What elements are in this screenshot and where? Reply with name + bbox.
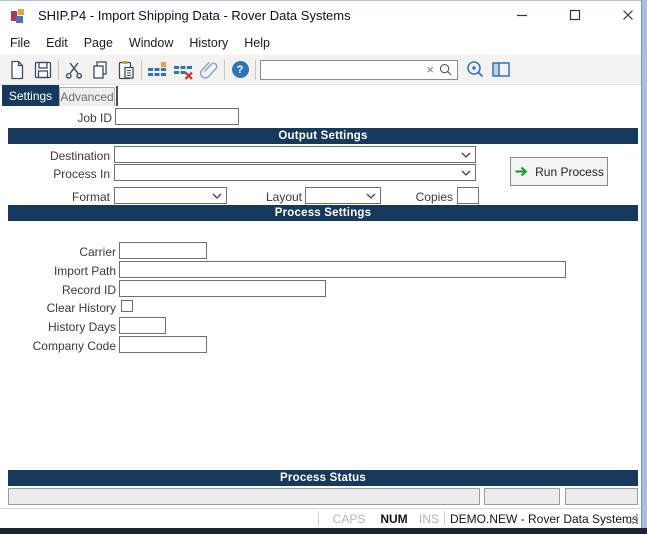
layout-panels-button[interactable] xyxy=(490,59,512,81)
run-arrow-icon xyxy=(514,165,528,178)
toolbar-separator xyxy=(58,60,59,80)
chevron-down-icon xyxy=(366,193,376,199)
app-icon xyxy=(10,8,26,24)
destination-label: Destination xyxy=(0,149,110,163)
menu-window[interactable]: Window xyxy=(121,32,181,54)
search-preview-icon xyxy=(464,59,486,81)
save-icon xyxy=(32,59,54,81)
new-document-icon xyxy=(6,59,28,81)
carrier-label: Carrier xyxy=(0,245,116,259)
toolbar: ? × xyxy=(0,55,641,85)
search-input[interactable] xyxy=(265,63,422,77)
toolbar-separator xyxy=(141,60,142,80)
destination-select[interactable] xyxy=(114,146,476,163)
search-clear-icon[interactable]: × xyxy=(422,63,438,76)
grid-delete-record-button[interactable] xyxy=(172,59,194,81)
save-button[interactable] xyxy=(32,59,54,81)
grid-add-record-button[interactable] xyxy=(146,59,168,81)
copies-label: Copies xyxy=(380,190,453,204)
window-title: SHIP.P4 - Import Shipping Data - Rover D… xyxy=(38,8,351,23)
clear-history-label: Clear History xyxy=(0,301,116,315)
menu-help[interactable]: Help xyxy=(236,32,278,54)
carrier-input[interactable] xyxy=(119,242,207,259)
chevron-down-icon xyxy=(461,170,471,176)
status-bar-separator xyxy=(318,511,319,526)
connection-context: DEMO.NEW - Rover Data Systems xyxy=(450,512,638,526)
process-settings-header: Process Settings xyxy=(8,205,638,221)
job-id-label: Job ID xyxy=(0,111,112,125)
menu-bar: File Edit Page Window History Help xyxy=(0,30,641,55)
maximize-icon xyxy=(566,7,584,23)
history-days-input[interactable] xyxy=(119,317,166,334)
process-status-header: Process Status xyxy=(8,470,638,486)
menu-file[interactable]: File xyxy=(2,32,38,54)
search-preview-button[interactable] xyxy=(464,59,486,81)
import-path-label: Import Path xyxy=(0,264,116,278)
toolbar-separator xyxy=(224,60,225,80)
format-label: Format xyxy=(0,190,110,204)
process-status-field-2 xyxy=(484,488,560,505)
resize-grip-icon[interactable] xyxy=(628,514,639,525)
toolbar-separator xyxy=(255,60,256,80)
run-process-label: Run Process xyxy=(535,165,604,179)
status-bar-separator xyxy=(444,511,445,526)
tab-advanced[interactable]: Advanced xyxy=(59,87,115,106)
desktop-edge-bottom xyxy=(0,528,647,534)
layout-panels-icon xyxy=(490,59,512,81)
menu-page[interactable]: Page xyxy=(76,32,121,54)
minimize-icon xyxy=(513,7,531,23)
cut-button[interactable] xyxy=(63,59,85,81)
clear-history-checkbox[interactable] xyxy=(121,300,133,312)
desktop-edge-right xyxy=(641,0,647,528)
record-id-input[interactable] xyxy=(119,280,326,297)
job-id-input[interactable] xyxy=(115,108,239,125)
copies-input[interactable] xyxy=(457,187,479,204)
maximize-button[interactable] xyxy=(558,0,592,29)
menu-history[interactable]: History xyxy=(181,32,236,54)
import-path-input[interactable] xyxy=(119,261,566,278)
chevron-down-icon xyxy=(212,193,222,199)
chevron-down-icon xyxy=(461,152,471,158)
layout-label: Layout xyxy=(230,190,302,204)
grid-add-record-icon xyxy=(146,59,168,81)
ins-indicator: INS xyxy=(416,512,442,526)
process-in-label: Process In xyxy=(0,167,110,181)
toolbar-search-box[interactable]: × xyxy=(260,60,458,80)
paste-icon xyxy=(115,59,137,81)
grid-delete-record-icon xyxy=(172,59,194,81)
copy-icon xyxy=(89,59,111,81)
process-status-field-1 xyxy=(8,488,480,505)
help-button[interactable]: ? xyxy=(229,59,251,81)
close-icon xyxy=(619,7,637,23)
status-bar: CAPS NUM INS DEMO.NEW - Rover Data Syste… xyxy=(0,508,641,528)
copy-button[interactable] xyxy=(89,59,111,81)
caps-indicator: CAPS xyxy=(327,512,371,526)
menu-edit[interactable]: Edit xyxy=(38,32,76,54)
cut-icon xyxy=(63,59,85,81)
new-document-button[interactable] xyxy=(6,59,28,81)
record-id-label: Record ID xyxy=(0,283,116,297)
tab-settings[interactable]: Settings xyxy=(2,85,59,106)
run-process-button[interactable]: Run Process xyxy=(510,157,608,186)
close-button[interactable] xyxy=(611,0,645,29)
tab-strip: Settings Advanced xyxy=(0,85,641,107)
minimize-button[interactable] xyxy=(505,0,539,29)
process-in-select[interactable] xyxy=(114,164,476,181)
num-indicator: NUM xyxy=(374,512,414,526)
help-icon: ? xyxy=(232,61,249,78)
company-code-input[interactable] xyxy=(119,336,207,353)
attachment-button[interactable] xyxy=(198,59,220,81)
tab-strip-divider xyxy=(116,86,118,106)
paste-button[interactable] xyxy=(115,59,137,81)
attachment-icon xyxy=(198,59,220,81)
company-code-label: Company Code xyxy=(0,339,116,353)
layout-select[interactable] xyxy=(305,187,381,204)
output-settings-header: Output Settings xyxy=(8,128,638,144)
application-window: SHIP.P4 - Import Shipping Data - Rover D… xyxy=(0,0,647,534)
process-status-field-3 xyxy=(565,488,638,505)
format-select[interactable] xyxy=(114,187,227,204)
title-bar: SHIP.P4 - Import Shipping Data - Rover D… xyxy=(0,1,641,30)
history-days-label: History Days xyxy=(0,320,116,334)
search-icon[interactable] xyxy=(438,62,453,77)
